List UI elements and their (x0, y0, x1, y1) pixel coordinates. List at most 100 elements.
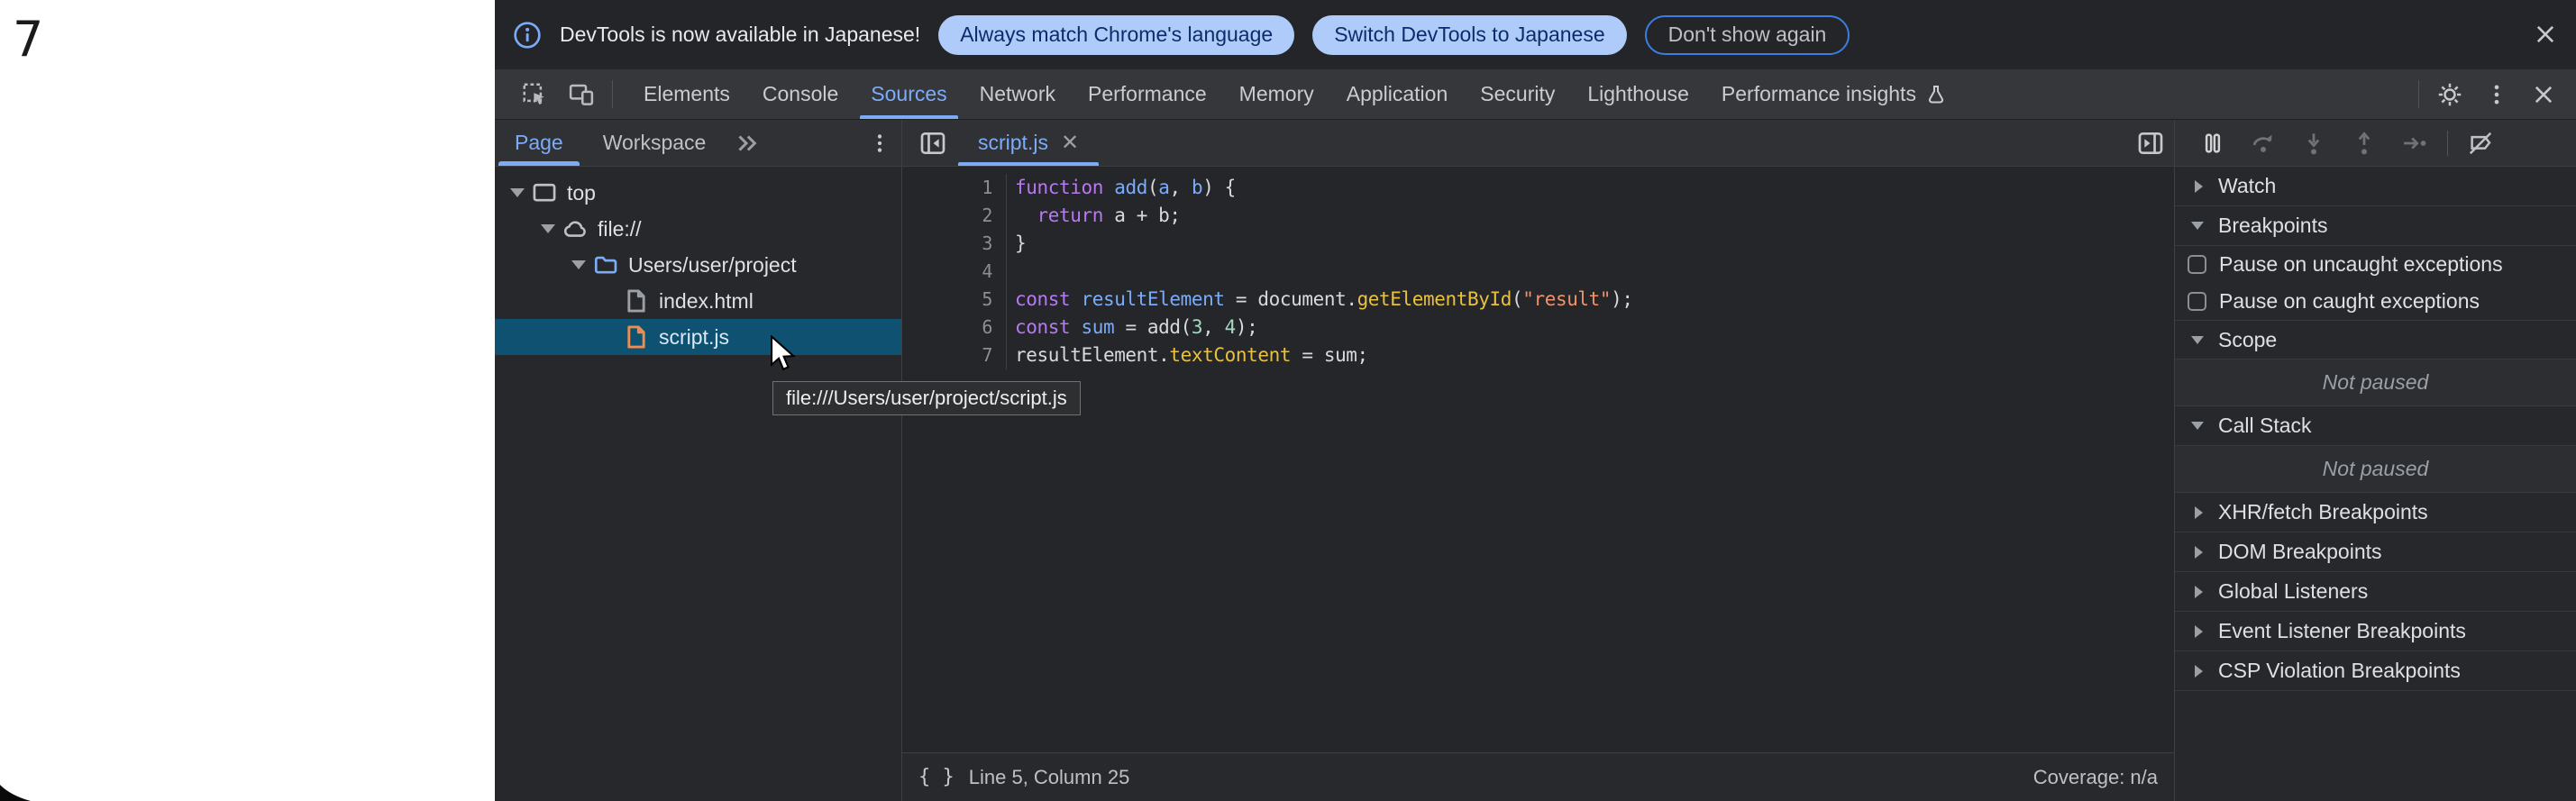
language-infobar: DevTools is now available in Japanese! A… (495, 0, 2576, 69)
flask-icon (1925, 84, 1947, 105)
caret-right-icon (2188, 180, 2207, 193)
tree-item-file[interactable]: file:// (495, 211, 901, 247)
pretty-print-icon[interactable]: { } (918, 766, 955, 788)
debugger-sections: Watch Breakpoints Pause on uncaught except… (2175, 167, 2576, 691)
navigator-tab-page[interactable]: Page (495, 120, 583, 166)
tab-sources[interactable]: Sources (854, 69, 963, 119)
tab-lighthouse[interactable]: Lighthouse (1571, 69, 1705, 119)
device-toolbar-icon[interactable] (558, 69, 605, 119)
code-line-5: 5const resultElement = document.getEleme… (902, 286, 2174, 314)
editor-tab-scriptjs[interactable]: script.js ✕ (956, 120, 1101, 166)
step-over-icon[interactable] (2240, 120, 2287, 167)
checkbox-row-pause-on-caught-exceptions: Pause on caught exceptions (2175, 283, 2576, 320)
coverage-label: Coverage: n/a (2033, 766, 2158, 789)
bottom-left-cursor-fragment (0, 769, 32, 801)
always-match-language-button[interactable]: Always match Chrome's language (938, 15, 1294, 55)
tab-elements[interactable]: Elements (627, 69, 746, 119)
panel-tabs: ElementsConsoleSourcesNetworkPerformance… (627, 69, 1963, 119)
close-devtools-icon[interactable] (2520, 69, 2567, 119)
caret-right-icon (2188, 665, 2207, 678)
code-line-7: 7resultElement.textContent = sum; (902, 341, 2174, 369)
code-editor[interactable]: 1function add(a, b) {2 return a + b;3}45… (902, 168, 2174, 752)
step-icon[interactable] (2391, 120, 2438, 167)
checkbox-label: Pause on uncaught exceptions (2219, 252, 2503, 277)
infobar-close-icon[interactable] (2531, 20, 2560, 49)
tree-item-label: index.html (659, 289, 754, 314)
line-number-4[interactable]: 4 (902, 258, 1007, 286)
tab-security[interactable]: Security (1464, 69, 1571, 119)
not-paused-message: Not paused (2175, 446, 2576, 493)
hide-navigator-icon[interactable] (909, 120, 956, 166)
caret-right-icon (2188, 506, 2207, 519)
hide-debugger-sidebar-icon[interactable] (2127, 120, 2174, 166)
close-tab-icon[interactable]: ✕ (1061, 130, 1079, 156)
devtools-toolbar: ElementsConsoleSourcesNetworkPerformance… (495, 69, 2576, 120)
section-xhr-fetch-breakpoints[interactable]: XHR/fetch Breakpoints (2175, 493, 2576, 532)
tab-performance[interactable]: Performance (1072, 69, 1223, 119)
tree-item-script-js[interactable]: script.js (495, 319, 901, 355)
section-label: CSP Violation Breakpoints (2218, 659, 2461, 683)
navigator-kebab-menu-icon[interactable] (858, 120, 901, 166)
step-out-icon[interactable] (2341, 120, 2388, 167)
section-scope[interactable]: Scope (2175, 320, 2576, 360)
deactivate-breakpoints-icon[interactable] (2457, 120, 2504, 167)
dont-show-again-button[interactable]: Don't show again (1645, 15, 1850, 55)
section-call-stack[interactable]: Call Stack (2175, 406, 2576, 446)
page-corner-label: 7 (13, 11, 43, 68)
gear-icon[interactable] (2426, 69, 2473, 119)
tree-item-top[interactable]: top (495, 175, 901, 211)
tree-item-label: file:// (598, 217, 642, 241)
tree-item-users-user-project[interactable]: Users/user/project (495, 247, 901, 283)
tree-item-label: top (567, 181, 596, 205)
caret-right-icon (2188, 546, 2207, 559)
editor-tab-strip: script.js ✕ (902, 120, 2174, 167)
checkbox-pause-on-caught-exceptions[interactable] (2188, 292, 2206, 311)
toolbar-divider (2447, 131, 2448, 156)
expander-down-icon[interactable] (506, 188, 529, 197)
section-event-listener-breakpoints[interactable]: Event Listener Breakpoints (2175, 612, 2576, 651)
section-watch[interactable]: Watch (2175, 167, 2576, 206)
more-tabs-icon[interactable] (726, 120, 767, 166)
file-path-tooltip: file:///Users/user/project/script.js (772, 381, 1081, 415)
tab-network[interactable]: Network (964, 69, 1072, 119)
tree-item-index-html[interactable]: index.html (495, 283, 901, 319)
code-line-6: 6const sum = add(3, 4); (902, 314, 2174, 341)
tab-memory[interactable]: Memory (1223, 69, 1330, 119)
code-text: const sum = add(3, 4); (1007, 314, 1257, 341)
line-number-7[interactable]: 7 (902, 341, 1007, 369)
section-label: Breakpoints (2218, 214, 2327, 238)
kebab-menu-icon[interactable] (2473, 69, 2520, 119)
inspect-element-icon[interactable] (511, 69, 558, 119)
pause-icon[interactable] (2189, 120, 2236, 167)
mouse-cursor (768, 335, 800, 373)
tab-console[interactable]: Console (746, 69, 854, 119)
line-number-6[interactable]: 6 (902, 314, 1007, 341)
line-number-1[interactable]: 1 (902, 174, 1007, 202)
not-paused-message: Not paused (2175, 360, 2576, 406)
editor-sidebar-divider[interactable] (2174, 120, 2175, 801)
tab-application[interactable]: Application (1330, 69, 1465, 119)
line-number-2[interactable]: 2 (902, 202, 1007, 230)
section-csp-violation-breakpoints[interactable]: CSP Violation Breakpoints (2175, 651, 2576, 691)
folder-icon (592, 251, 619, 278)
tab-performance-insights[interactable]: Performance insights (1705, 69, 1963, 119)
expander-down-icon[interactable] (567, 260, 590, 269)
caret-right-icon (2188, 625, 2207, 638)
switch-devtools-japanese-button[interactable]: Switch DevTools to Japanese (1312, 15, 1626, 55)
code-text: resultElement.textContent = sum; (1007, 341, 1368, 369)
checkbox-pause-on-uncaught-exceptions[interactable] (2188, 255, 2206, 274)
code-text: return a + b; (1007, 202, 1181, 230)
navigator-editor-divider[interactable] (901, 120, 902, 801)
line-number-5[interactable]: 5 (902, 286, 1007, 314)
expander-down-icon[interactable] (536, 224, 560, 233)
navigator-tab-workspace[interactable]: Workspace (583, 120, 726, 166)
line-number-3[interactable]: 3 (902, 230, 1007, 258)
section-label: Event Listener Breakpoints (2218, 619, 2466, 643)
debugger-toolbar (2175, 120, 2576, 167)
section-global-listeners[interactable]: Global Listeners (2175, 572, 2576, 612)
step-into-icon[interactable] (2290, 120, 2337, 167)
section-breakpoints[interactable]: Breakpoints (2175, 206, 2576, 246)
code-text: const resultElement = document.getElemen… (1007, 286, 1633, 314)
section-dom-breakpoints[interactable]: DOM Breakpoints (2175, 532, 2576, 572)
file-icon (623, 323, 650, 350)
